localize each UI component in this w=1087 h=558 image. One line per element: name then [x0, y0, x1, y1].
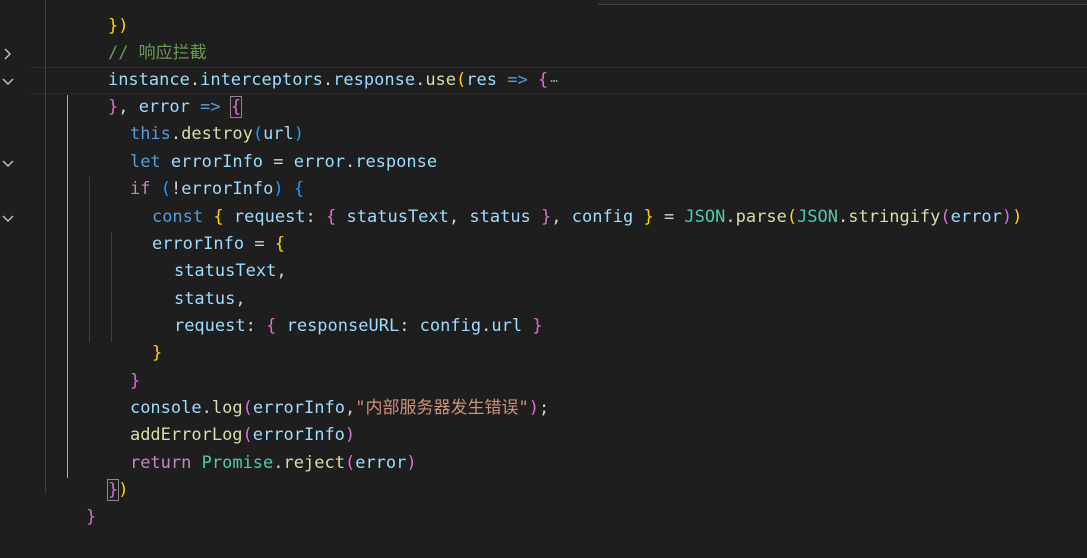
- chevron-down-icon[interactable]: [0, 210, 16, 226]
- code-token: url: [491, 316, 523, 336]
- code-line: addErrorLog(errorInfo): [89, 395, 355, 445]
- code-token: ): [406, 453, 417, 473]
- code-token: =>: [497, 70, 538, 90]
- code-line: }: [111, 313, 162, 363]
- code-line: let errorInfo = error.response: [89, 122, 437, 172]
- code-token: return: [129, 453, 192, 473]
- code-line: const { request: { statusText, status },…: [111, 177, 1022, 227]
- code-line: // 响应拦截: [67, 13, 207, 63]
- code-line: }, error => {: [67, 67, 243, 118]
- code-token: JSON: [684, 207, 726, 227]
- code-token: .: [838, 207, 849, 227]
- overlay-widget-edge: [598, 0, 1087, 5]
- code-line: status,: [133, 259, 246, 309]
- code-line: return Promise.reject(error): [89, 423, 417, 473]
- code-token: }: [85, 507, 97, 527]
- code-line: }): [67, 450, 128, 501]
- code-line: console.log(errorInfo,"内部服务器发生错误");: [89, 368, 549, 418]
- code-token: statusText: [346, 207, 449, 227]
- chevron-right-icon[interactable]: [0, 46, 16, 62]
- code-token: config: [419, 316, 482, 336]
- code-token: ): [1001, 207, 1013, 227]
- code-token: (: [344, 453, 356, 473]
- code-token: }: [643, 207, 654, 227]
- code-token: JSON: [797, 207, 839, 227]
- code-token: res: [466, 70, 497, 90]
- code-token: .: [725, 207, 736, 227]
- code-token: :: [245, 316, 267, 336]
- code-token: parse: [735, 207, 787, 227]
- code-token: stringify: [848, 207, 941, 227]
- code-token: :: [399, 316, 420, 336]
- code-token: error: [355, 453, 407, 473]
- code-token: ;: [538, 398, 550, 418]
- code-token: {: [266, 316, 277, 336]
- code-line: }: [89, 341, 140, 391]
- code-line: if (!errorInfo) {: [89, 149, 304, 199]
- code-token: ,: [551, 207, 572, 227]
- code-line: request: { responseURL: config.url }: [133, 286, 543, 336]
- matched-bracket: }: [106, 479, 120, 501]
- folded-region-ellipsis[interactable]: ⋯: [550, 68, 558, 95]
- code-token: }: [541, 207, 552, 227]
- code-token: .: [481, 316, 492, 336]
- code-token: .: [322, 70, 334, 90]
- indent-guide-active: [67, 95, 68, 478]
- code-token: }: [532, 316, 543, 336]
- code-line: }: [45, 477, 96, 527]
- code-token: .: [344, 152, 356, 172]
- code-token: ,: [276, 261, 287, 281]
- code-line: statusText,: [133, 231, 287, 281]
- code-line: }): [67, 0, 128, 36]
- code-token: ): [118, 480, 129, 500]
- code-token: .: [415, 70, 426, 90]
- code-token: config: [571, 207, 634, 227]
- code-token: {: [537, 70, 549, 90]
- chevron-down-icon[interactable]: [0, 73, 16, 89]
- code-line: errorInfo = {: [111, 204, 285, 254]
- code-token: error: [950, 207, 1002, 227]
- code-token: Promise: [201, 453, 274, 473]
- code-token: {: [326, 207, 337, 227]
- code-line: instance.interceptors.response.use(res =…: [67, 40, 558, 90]
- code-token: ,: [448, 207, 470, 227]
- code-line: this.destroy(url): [89, 94, 304, 144]
- code-token: status: [469, 207, 531, 227]
- code-token: reject: [283, 453, 345, 473]
- code-token: ): [528, 398, 539, 418]
- code-editor[interactable]: }) // 响应拦截 instance.interceptors.respons…: [0, 0, 1087, 527]
- code-token: .: [273, 453, 284, 473]
- code-token: response: [333, 70, 416, 90]
- chevron-down-icon[interactable]: [0, 155, 16, 171]
- code-token: use: [425, 70, 457, 90]
- code-token: response: [355, 152, 438, 172]
- code-token: =: [653, 207, 685, 227]
- code-string: "内部服务器发生错误": [355, 398, 529, 418]
- code-token: }: [151, 343, 163, 363]
- code-token: :: [305, 207, 327, 227]
- code-token: request: [173, 316, 246, 336]
- code-token: ): [1012, 207, 1023, 227]
- indent-guide: [45, 0, 46, 493]
- code-token: (: [940, 207, 951, 227]
- code-token: (: [456, 70, 467, 90]
- code-token: responseURL: [286, 316, 400, 336]
- code-token: (: [786, 207, 798, 227]
